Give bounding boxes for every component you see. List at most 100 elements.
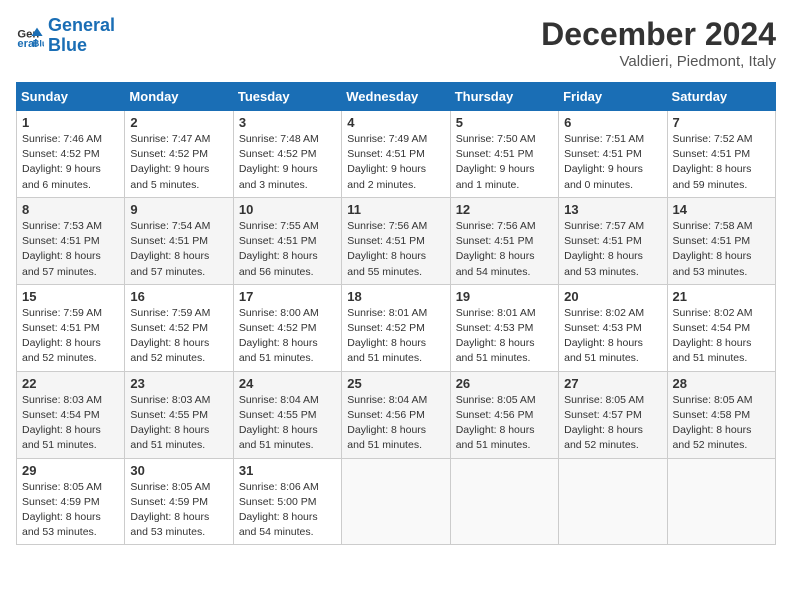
day-number: 18 <box>347 289 444 304</box>
weekday-wednesday: Wednesday <box>342 83 450 111</box>
day-number: 15 <box>22 289 119 304</box>
day-number: 26 <box>456 376 553 391</box>
calendar-cell: 18Sunrise: 8:01 AM Sunset: 4:52 PM Dayli… <box>342 284 450 371</box>
day-number: 21 <box>673 289 770 304</box>
day-info: Sunrise: 8:02 AM Sunset: 4:53 PM Dayligh… <box>564 306 661 367</box>
day-number: 14 <box>673 202 770 217</box>
day-info: Sunrise: 8:05 AM Sunset: 4:58 PM Dayligh… <box>673 393 770 454</box>
day-info: Sunrise: 8:01 AM Sunset: 4:53 PM Dayligh… <box>456 306 553 367</box>
day-info: Sunrise: 8:03 AM Sunset: 4:55 PM Dayligh… <box>130 393 227 454</box>
calendar-cell <box>667 458 775 545</box>
day-number: 23 <box>130 376 227 391</box>
calendar-cell <box>559 458 667 545</box>
logo-text: General Blue <box>48 16 115 56</box>
calendar-table: SundayMondayTuesdayWednesdayThursdayFrid… <box>16 82 776 545</box>
calendar-cell: 29 Sunrise: 8:05 AM Sunset: 4:59 PM Dayli… <box>17 458 125 545</box>
calendar-cell: 7 Sunrise: 7:52 AM Sunset: 4:51 PM Daylig… <box>667 111 775 198</box>
calendar-cell: 26 Sunrise: 8:05 AM Sunset: 4:56 PM Dayli… <box>450 371 558 458</box>
logo-line1: General <box>48 15 115 35</box>
calendar-cell: 27Sunrise: 8:05 AM Sunset: 4:57 PM Dayli… <box>559 371 667 458</box>
day-info: Sunrise: 8:04 AM Sunset: 4:56 PM Dayligh… <box>347 393 444 454</box>
calendar-cell: 28 Sunrise: 8:05 AM Sunset: 4:58 PM Dayli… <box>667 371 775 458</box>
day-info: Sunrise: 7:55 AM Sunset: 4:51 PM Dayligh… <box>239 219 336 280</box>
day-info: Sunrise: 7:59 AM Sunset: 4:52 PM Dayligh… <box>130 306 227 367</box>
calendar-cell: 22 Sunrise: 8:03 AM Sunset: 4:54 PM Dayli… <box>17 371 125 458</box>
calendar-cell: 10Sunrise: 7:55 AM Sunset: 4:51 PM Dayli… <box>233 197 341 284</box>
calendar-cell: 8 Sunrise: 7:53 AM Sunset: 4:51 PM Daylig… <box>17 197 125 284</box>
calendar-cell: 3 Sunrise: 7:48 AM Sunset: 4:52 PM Daylig… <box>233 111 341 198</box>
day-info: Sunrise: 8:02 AM Sunset: 4:54 PM Dayligh… <box>673 306 770 367</box>
weekday-friday: Friday <box>559 83 667 111</box>
day-number: 22 <box>22 376 119 391</box>
calendar-cell: 25Sunrise: 8:04 AM Sunset: 4:56 PM Dayli… <box>342 371 450 458</box>
calendar-cell: 23 Sunrise: 8:03 AM Sunset: 4:55 PM Dayli… <box>125 371 233 458</box>
day-info: Sunrise: 8:05 AM Sunset: 4:59 PM Dayligh… <box>130 480 227 541</box>
calendar-cell: 24 Sunrise: 8:04 AM Sunset: 4:55 PM Dayli… <box>233 371 341 458</box>
calendar-cell: 12 Sunrise: 7:56 AM Sunset: 4:51 PM Dayli… <box>450 197 558 284</box>
logo: Gen eral Blue General Blue <box>16 16 115 56</box>
day-number: 27 <box>564 376 661 391</box>
calendar-cell: 5Sunrise: 7:50 AM Sunset: 4:51 PM Daylig… <box>450 111 558 198</box>
day-number: 7 <box>673 115 770 130</box>
calendar-cell: 4 Sunrise: 7:49 AM Sunset: 4:51 PM Daylig… <box>342 111 450 198</box>
weekday-saturday: Saturday <box>667 83 775 111</box>
day-number: 3 <box>239 115 336 130</box>
day-number: 19 <box>456 289 553 304</box>
day-number: 13 <box>564 202 661 217</box>
day-info: Sunrise: 7:47 AM Sunset: 4:52 PM Dayligh… <box>130 132 227 193</box>
day-number: 29 <box>22 463 119 478</box>
calendar-cell: 15 Sunrise: 7:59 AM Sunset: 4:51 PM Dayli… <box>17 284 125 371</box>
day-info: Sunrise: 7:53 AM Sunset: 4:51 PM Dayligh… <box>22 219 119 280</box>
calendar-week-4: 22 Sunrise: 8:03 AM Sunset: 4:54 PM Dayli… <box>17 371 776 458</box>
day-info: Sunrise: 7:56 AM Sunset: 4:51 PM Dayligh… <box>456 219 553 280</box>
day-number: 17 <box>239 289 336 304</box>
day-info: Sunrise: 7:46 AM Sunset: 4:52 PM Dayligh… <box>22 132 119 193</box>
page-header: Gen eral Blue General Blue December 2024… <box>16 16 776 70</box>
day-info: Sunrise: 7:58 AM Sunset: 4:51 PM Dayligh… <box>673 219 770 280</box>
day-info: Sunrise: 7:57 AM Sunset: 4:51 PM Dayligh… <box>564 219 661 280</box>
day-number: 8 <box>22 202 119 217</box>
calendar-cell: 19 Sunrise: 8:01 AM Sunset: 4:53 PM Dayli… <box>450 284 558 371</box>
day-info: Sunrise: 7:52 AM Sunset: 4:51 PM Dayligh… <box>673 132 770 193</box>
weekday-header-row: SundayMondayTuesdayWednesdayThursdayFrid… <box>17 83 776 111</box>
calendar-cell: 20 Sunrise: 8:02 AM Sunset: 4:53 PM Dayli… <box>559 284 667 371</box>
calendar-cell: 17Sunrise: 8:00 AM Sunset: 4:52 PM Dayli… <box>233 284 341 371</box>
day-number: 11 <box>347 202 444 217</box>
day-info: Sunrise: 8:05 AM Sunset: 4:56 PM Dayligh… <box>456 393 553 454</box>
calendar-body: 1Sunrise: 7:46 AM Sunset: 4:52 PM Daylig… <box>17 111 776 545</box>
weekday-monday: Monday <box>125 83 233 111</box>
calendar-cell: 6Sunrise: 7:51 AM Sunset: 4:51 PM Daylig… <box>559 111 667 198</box>
weekday-sunday: Sunday <box>17 83 125 111</box>
title-block: December 2024 Valdieri, Piedmont, Italy <box>541 16 776 70</box>
day-number: 20 <box>564 289 661 304</box>
day-number: 9 <box>130 202 227 217</box>
day-info: Sunrise: 8:04 AM Sunset: 4:55 PM Dayligh… <box>239 393 336 454</box>
day-number: 24 <box>239 376 336 391</box>
logo-line2: Blue <box>48 35 87 55</box>
calendar-cell: 30 Sunrise: 8:05 AM Sunset: 4:59 PM Dayli… <box>125 458 233 545</box>
day-number: 4 <box>347 115 444 130</box>
day-number: 12 <box>456 202 553 217</box>
weekday-thursday: Thursday <box>450 83 558 111</box>
calendar-week-3: 15 Sunrise: 7:59 AM Sunset: 4:51 PM Dayli… <box>17 284 776 371</box>
calendar-cell: 9Sunrise: 7:54 AM Sunset: 4:51 PM Daylig… <box>125 197 233 284</box>
day-info: Sunrise: 7:59 AM Sunset: 4:51 PM Dayligh… <box>22 306 119 367</box>
location-subtitle: Valdieri, Piedmont, Italy <box>541 53 776 70</box>
day-number: 30 <box>130 463 227 478</box>
day-info: Sunrise: 7:48 AM Sunset: 4:52 PM Dayligh… <box>239 132 336 193</box>
svg-text:Blue: Blue <box>33 38 44 48</box>
calendar-cell: 21 Sunrise: 8:02 AM Sunset: 4:54 PM Dayli… <box>667 284 775 371</box>
logo-icon: Gen eral Blue <box>16 22 44 50</box>
calendar-cell: 16Sunrise: 7:59 AM Sunset: 4:52 PM Dayli… <box>125 284 233 371</box>
day-info: Sunrise: 7:50 AM Sunset: 4:51 PM Dayligh… <box>456 132 553 193</box>
calendar-cell: 14 Sunrise: 7:58 AM Sunset: 4:51 PM Dayli… <box>667 197 775 284</box>
calendar-cell: 1Sunrise: 7:46 AM Sunset: 4:52 PM Daylig… <box>17 111 125 198</box>
day-number: 28 <box>673 376 770 391</box>
day-info: Sunrise: 8:03 AM Sunset: 4:54 PM Dayligh… <box>22 393 119 454</box>
day-info: Sunrise: 7:49 AM Sunset: 4:51 PM Dayligh… <box>347 132 444 193</box>
day-info: Sunrise: 8:05 AM Sunset: 4:59 PM Dayligh… <box>22 480 119 541</box>
day-info: Sunrise: 7:51 AM Sunset: 4:51 PM Dayligh… <box>564 132 661 193</box>
calendar-week-5: 29 Sunrise: 8:05 AM Sunset: 4:59 PM Dayli… <box>17 458 776 545</box>
calendar-week-2: 8 Sunrise: 7:53 AM Sunset: 4:51 PM Daylig… <box>17 197 776 284</box>
calendar-cell: 13 Sunrise: 7:57 AM Sunset: 4:51 PM Dayli… <box>559 197 667 284</box>
